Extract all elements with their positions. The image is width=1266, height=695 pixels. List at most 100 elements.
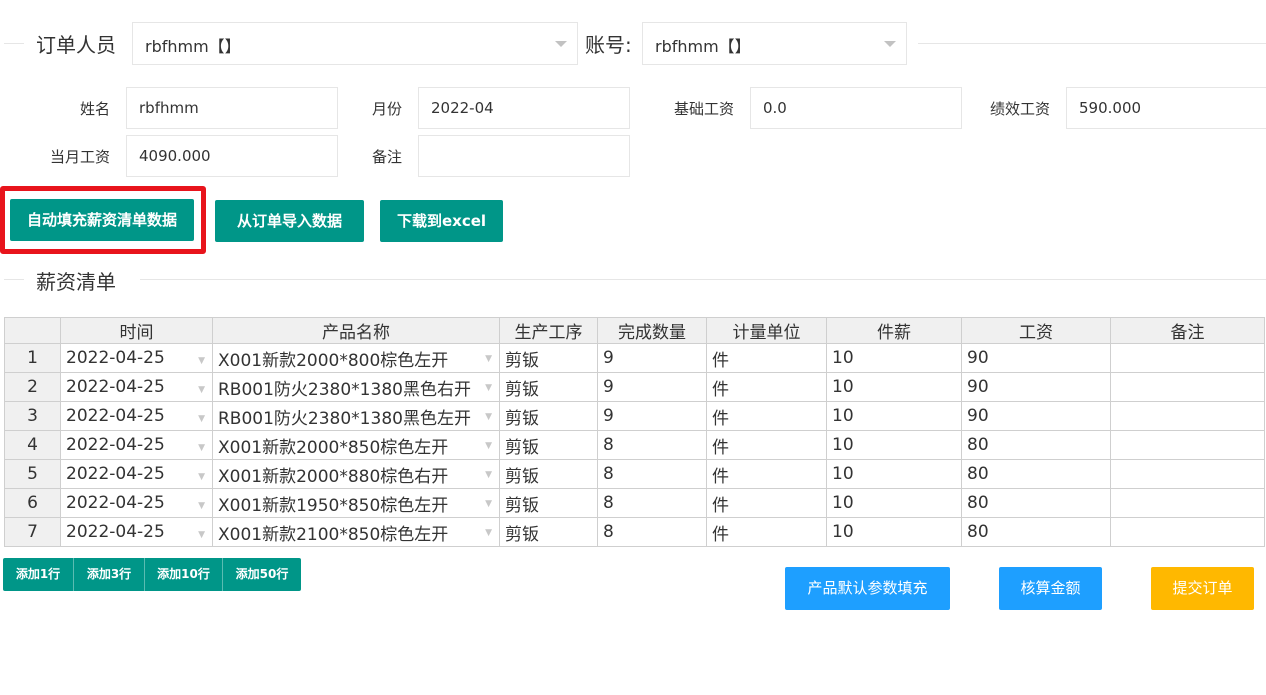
table-cell[interactable]: 件 (706, 343, 827, 373)
table-cell[interactable]: 90 (961, 401, 1111, 431)
dropdown-cell[interactable]: RB001防火2380*1380黑色右开 ▼ (218, 375, 494, 400)
product-cell[interactable]: X001新款2000*800棕色左开 ▼ (212, 343, 500, 373)
table-cell[interactable] (1110, 343, 1265, 373)
table-cell[interactable] (1110, 430, 1265, 460)
column-header[interactable]: 完成数量 (597, 317, 707, 344)
table-cell[interactable]: 10 (826, 488, 962, 518)
product-cell[interactable]: X001新款2000*880棕色右开 ▼ (212, 459, 500, 489)
column-header[interactable]: 工资 (961, 317, 1111, 344)
table-cell[interactable] (1110, 401, 1265, 431)
table-cell[interactable]: 80 (961, 430, 1111, 460)
column-header[interactable]: 备注 (1110, 317, 1265, 344)
add-10-rows-button[interactable]: 添加10行 (145, 558, 223, 591)
time-cell[interactable]: 2022-04-25 ▼ (60, 401, 213, 431)
table-cell[interactable]: 9 (597, 372, 707, 402)
time-cell[interactable]: 2022-04-25 ▼ (60, 430, 213, 460)
dropdown-cell[interactable]: RB001防火2380*1380黑色左开 ▼ (218, 404, 494, 429)
table-cell[interactable]: 10 (826, 430, 962, 460)
table-cell[interactable]: 剪钣 (499, 430, 598, 460)
table-cell[interactable]: 8 (597, 459, 707, 489)
dropdown-cell[interactable]: 2022-04-25 ▼ (66, 406, 207, 426)
time-cell[interactable]: 2022-04-25 ▼ (60, 459, 213, 489)
download-excel-button[interactable]: 下载到excel (380, 200, 503, 242)
calc-amount-button[interactable]: 核算金额 (999, 567, 1102, 610)
submit-order-button[interactable]: 提交订单 (1151, 567, 1254, 610)
table-cell[interactable]: 10 (826, 459, 962, 489)
column-header[interactable]: 产品名称 (212, 317, 500, 344)
table-cell[interactable]: 10 (826, 401, 962, 431)
dropdown-cell[interactable]: 2022-04-25 ▼ (66, 464, 207, 484)
table-cell[interactable]: 剪钣 (499, 517, 598, 547)
column-header[interactable]: 时间 (60, 317, 213, 344)
import-order-button[interactable]: 从订单导入数据 (215, 200, 364, 242)
table-cell[interactable]: 剪钣 (499, 488, 598, 518)
table-cell[interactable]: 10 (826, 517, 962, 547)
table-cell[interactable]: 剪钣 (499, 459, 598, 489)
product-cell[interactable]: X001新款2000*850棕色左开 ▼ (212, 430, 500, 460)
table-cell[interactable]: 剪钣 (499, 372, 598, 402)
dropdown-arrow-icon[interactable]: ▼ (198, 472, 205, 482)
table-cell[interactable]: 件 (706, 459, 827, 489)
table-cell[interactable] (1110, 372, 1265, 402)
column-header[interactable]: 计量单位 (706, 317, 827, 344)
dropdown-cell[interactable]: 2022-04-25 ▼ (66, 435, 207, 455)
remark-field[interactable] (418, 135, 630, 177)
table-cell[interactable]: 8 (597, 430, 707, 460)
table-cell[interactable]: 剪钣 (499, 343, 598, 373)
table-cell[interactable] (1110, 488, 1265, 518)
table-cell[interactable]: 80 (961, 459, 1111, 489)
dropdown-cell[interactable]: 2022-04-25 ▼ (66, 522, 207, 542)
dropdown-arrow-icon[interactable]: ▼ (485, 383, 492, 393)
dropdown-arrow-icon[interactable]: ▼ (485, 441, 492, 451)
column-header[interactable]: 生产工序 (499, 317, 598, 344)
time-cell[interactable]: 2022-04-25 ▼ (60, 372, 213, 402)
add-3-rows-button[interactable]: 添加3行 (74, 558, 145, 591)
table-cell[interactable]: 件 (706, 401, 827, 431)
dropdown-cell[interactable]: 2022-04-25 ▼ (66, 493, 207, 513)
table-cell[interactable]: 10 (826, 343, 962, 373)
dropdown-cell[interactable]: X001新款2100*850棕色左开 ▼ (218, 520, 494, 545)
dropdown-arrow-icon[interactable]: ▼ (485, 354, 492, 364)
table-cell[interactable]: 9 (597, 343, 707, 373)
table-cell[interactable]: 8 (597, 488, 707, 518)
table-cell[interactable]: 9 (597, 401, 707, 431)
product-cell[interactable]: X001新款1950*850棕色左开 ▼ (212, 488, 500, 518)
dropdown-arrow-icon[interactable]: ▼ (485, 470, 492, 480)
product-cell[interactable]: RB001防火2380*1380黑色左开 ▼ (212, 401, 500, 431)
table-cell[interactable]: 件 (706, 517, 827, 547)
dropdown-cell[interactable]: 2022-04-25 ▼ (66, 377, 207, 397)
month-field[interactable]: 2022-04 (418, 87, 630, 129)
base-salary-field[interactable]: 0.0 (750, 87, 962, 129)
table-cell[interactable] (1110, 517, 1265, 547)
dropdown-arrow-icon[interactable]: ▼ (198, 501, 205, 511)
default-fill-button[interactable]: 产品默认参数填充 (785, 567, 950, 610)
dropdown-arrow-icon[interactable]: ▼ (198, 414, 205, 424)
time-cell[interactable]: 2022-04-25 ▼ (60, 517, 213, 547)
table-cell[interactable]: 90 (961, 343, 1111, 373)
add-1-row-button[interactable]: 添加1行 (3, 558, 74, 591)
dropdown-arrow-icon[interactable]: ▼ (198, 443, 205, 453)
dropdown-cell[interactable]: 2022-04-25 ▼ (66, 348, 207, 368)
column-header[interactable]: 件薪 (826, 317, 962, 344)
table-cell[interactable]: 80 (961, 517, 1111, 547)
table-cell[interactable]: 90 (961, 372, 1111, 402)
dropdown-cell[interactable]: X001新款1950*850棕色左开 ▼ (218, 491, 494, 516)
order-person-select[interactable]: rbfhmm【】 (132, 22, 578, 65)
dropdown-cell[interactable]: X001新款2000*880棕色右开 ▼ (218, 462, 494, 487)
month-salary-field[interactable]: 4090.000 (126, 135, 338, 177)
table-cell[interactable]: 80 (961, 488, 1111, 518)
add-50-rows-button[interactable]: 添加50行 (223, 558, 301, 591)
product-cell[interactable]: RB001防火2380*1380黑色右开 ▼ (212, 372, 500, 402)
dropdown-arrow-icon[interactable]: ▼ (198, 385, 205, 395)
time-cell[interactable]: 2022-04-25 ▼ (60, 488, 213, 518)
table-cell[interactable]: 件 (706, 488, 827, 518)
product-cell[interactable]: X001新款2100*850棕色左开 ▼ (212, 517, 500, 547)
dropdown-arrow-icon[interactable]: ▼ (485, 412, 492, 422)
table-cell[interactable]: 剪钣 (499, 401, 598, 431)
dropdown-arrow-icon[interactable]: ▼ (198, 356, 205, 366)
name-field[interactable]: rbfhmm (126, 87, 338, 129)
dropdown-arrow-icon[interactable]: ▼ (485, 499, 492, 509)
table-cell[interactable]: 10 (826, 372, 962, 402)
table-cell[interactable] (1110, 459, 1265, 489)
dropdown-cell[interactable]: X001新款2000*800棕色左开 ▼ (218, 346, 494, 371)
